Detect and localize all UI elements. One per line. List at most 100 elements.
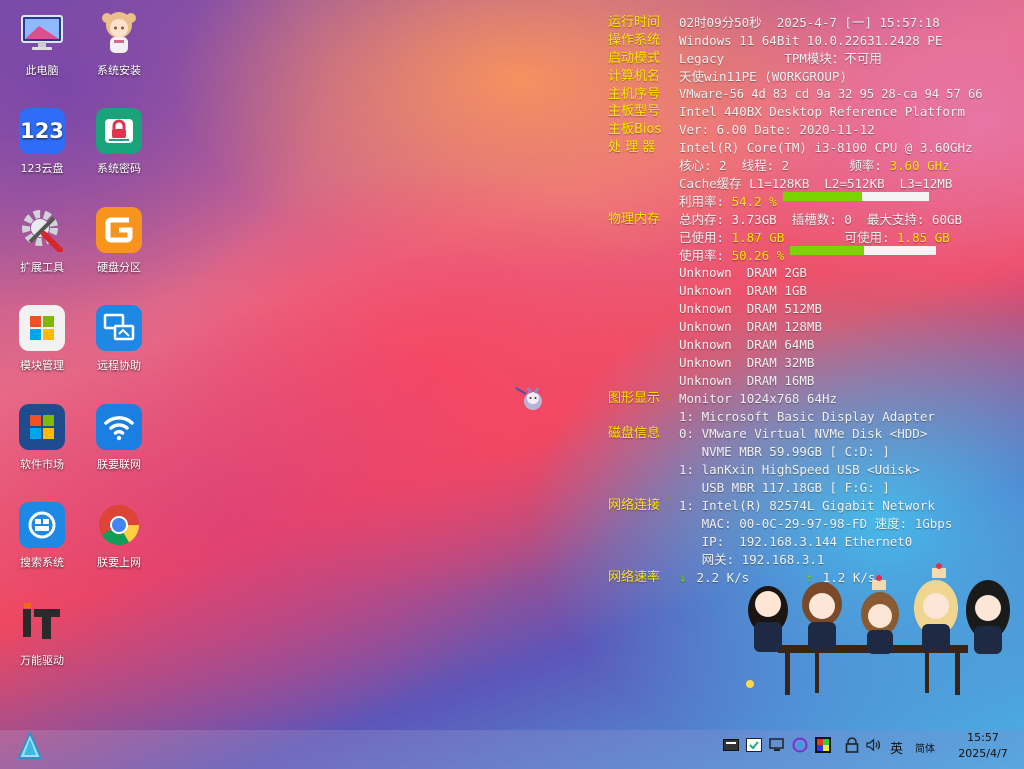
disk-1-detail: USB MBR 117.18GB [ F:G: ] xyxy=(679,480,890,496)
tray-app-icon[interactable] xyxy=(723,737,739,753)
network-label: 网络连接 xyxy=(608,498,661,514)
memory-available-value: 1.85 GB xyxy=(897,229,950,245)
board-label: 主板型号 xyxy=(608,104,661,120)
runtime-label: 运行时间 xyxy=(608,15,661,30)
serial-label: 主机序号 xyxy=(608,86,661,102)
ime-language[interactable]: 英 xyxy=(890,738,903,757)
anime-girl-icon xyxy=(96,10,142,56)
bios-value: Ver: 6.00 Date: 2020-11-12 xyxy=(679,122,875,138)
system-info-panel: 运行时间 02时09分50秒 2025-4-7 [一] 15:57:18 操作系统… xyxy=(608,14,1018,587)
boot-label: 启动模式 xyxy=(608,50,661,66)
os-label: 操作系统 xyxy=(608,32,661,48)
disk-1: 1: lanKxin HighSpeed USB <Udisk> xyxy=(679,462,920,478)
desktop-icon-label: 远程协助 xyxy=(97,359,141,372)
pc-name-value: 天使win11PE (WORKGROUP) xyxy=(679,68,847,84)
tray-network-icon[interactable] xyxy=(792,737,808,753)
desktop-icon-software-market[interactable]: 软件市场 xyxy=(6,404,78,472)
cpu-usage-value: 54.2 % xyxy=(731,193,777,209)
clock-time: 15:57 xyxy=(967,731,999,744)
ime-mode[interactable]: 简体 xyxy=(915,740,935,755)
chrome-icon xyxy=(96,502,142,548)
memory-usage-bar xyxy=(790,245,937,255)
desktop-icon-extension-tools[interactable]: 扩展工具 xyxy=(6,207,78,275)
store-icon xyxy=(19,404,65,450)
disk-0-detail: NVME MBR 59.99GB [ C:D: ] xyxy=(679,444,890,460)
taskbar-clock[interactable]: 15:57 2025/4/7 xyxy=(948,730,1018,762)
cpu-cores: 核心: 2 线程: 2 频率: xyxy=(679,158,890,174)
tools-gear-icon xyxy=(19,207,65,253)
dram-module: Unknown DRAM 512MB xyxy=(679,301,822,317)
lock-icon xyxy=(96,108,142,154)
desktop-icon-network-connect[interactable]: 朕要联网 xyxy=(83,404,155,472)
network-mac: MAC: 00-0C-29-97-98-FD 速度: 1Gbps xyxy=(679,515,953,531)
monitor-icon xyxy=(19,10,65,56)
cpu-value: Intel(R) Core(TM) i3-8100 CPU @ 3.60GHz xyxy=(679,140,973,156)
desktop-icon-browse-web[interactable]: 朕要上网 xyxy=(83,502,155,570)
search-system-icon xyxy=(19,502,65,548)
desktop-icon-label: 系统密码 xyxy=(97,162,141,175)
dram-module: Unknown DRAM 16MB xyxy=(679,372,815,388)
cpu-usage-bar-fill xyxy=(782,191,862,201)
wifi-icon xyxy=(96,404,142,450)
memory-used-label: 已使用: xyxy=(679,229,732,245)
cpu-usage-bar xyxy=(782,191,929,201)
dram-module: Unknown DRAM 2GB xyxy=(679,265,807,281)
cpu-label: 处 理 器 xyxy=(608,140,656,156)
tray-color-icon[interactable] xyxy=(815,737,831,753)
tray-window-icon[interactable] xyxy=(746,737,762,753)
memory-usage-label: 使用率: xyxy=(679,247,732,263)
desktop-icon-search-system[interactable]: 搜索系统 xyxy=(6,502,78,570)
serial-value: VMware-56 4d 83 cd 9a 32 95 28-ca 94 57 … xyxy=(679,86,983,101)
desktop-icon-label: 朕要联网 xyxy=(97,458,141,471)
desktop-icon-system-install[interactable]: 系统安装 xyxy=(83,10,155,78)
network-ip: IP: 192.168.3.144 Ethernet0 xyxy=(679,533,913,549)
memory-available-label: 可使用: xyxy=(784,229,898,245)
desktop-icon-module-manager[interactable]: 模块管理 xyxy=(6,305,78,373)
module-icon xyxy=(19,305,65,351)
graphics-adapter: 1: Microsoft Basic Display Adapter xyxy=(679,408,935,424)
memory-total: 总内存: 3.73GB 插槽数: 0 最大支持: 60GB xyxy=(679,211,963,227)
desktop-icon-label: 万能驱动 xyxy=(20,654,64,667)
memory-usage-bar-fill xyxy=(790,245,864,255)
start-button[interactable] xyxy=(14,730,46,761)
download-arrow-icon: ↓ xyxy=(679,569,687,585)
desktop-icon-universal-driver[interactable]: 万能驱动 xyxy=(6,600,78,668)
volume-icon[interactable] xyxy=(866,737,882,753)
remote-icon xyxy=(96,305,142,351)
desktop-icon-label: 搜索系统 xyxy=(20,556,64,569)
boot-value: Legacy TPM模块：不可用 xyxy=(679,50,882,66)
cpu-usage-label: 利用率: xyxy=(679,193,732,209)
mascot-sticker xyxy=(514,382,548,416)
it-driver-icon xyxy=(19,600,65,646)
network-adapter: 1: Intel(R) 82574L Gigabit Network xyxy=(679,498,935,514)
disk-0: 0: VMware Virtual NVMe Disk <HDD> xyxy=(679,426,928,442)
partition-icon xyxy=(96,207,142,253)
tray-lock-icon[interactable] xyxy=(844,737,860,753)
desktop-icon-label: 模块管理 xyxy=(20,359,64,372)
bios-label: 主板Bios xyxy=(608,122,662,138)
desktop-icon-123-cloud[interactable]: 123 123云盘 xyxy=(6,108,78,176)
memory-used-value: 1.87 GB xyxy=(731,229,785,245)
desktop-icon-label: 软件市场 xyxy=(20,458,64,471)
desktop-icon-remote-assist[interactable]: 远程协助 xyxy=(83,305,155,373)
desktop-icon-label: 扩展工具 xyxy=(20,261,64,274)
cpu-frequency: 3.60 GHz xyxy=(889,158,950,174)
desktop-icon-label: 系统安装 xyxy=(97,64,141,77)
disk-label: 磁盘信息 xyxy=(608,426,661,442)
desktop-icon-disk-partition[interactable]: 硬盘分区 xyxy=(83,207,155,275)
cpu-cache: Cache缓存 L1=128KB L2=512KB L3=12MB xyxy=(679,176,953,192)
start-logo-icon xyxy=(17,730,43,759)
graphics-monitor: Monitor 1024x768 64Hz xyxy=(679,390,838,406)
desktop-icon-system-password[interactable]: 系统密码 xyxy=(83,108,155,176)
tray-monitor-icon[interactable] xyxy=(769,737,785,753)
dram-module: Unknown DRAM 64MB xyxy=(679,337,815,353)
dram-module: Unknown DRAM 32MB xyxy=(679,354,815,370)
memory-label: 物理内存 xyxy=(608,211,661,227)
anime-characters-decoration xyxy=(740,560,1015,700)
desktop-icon-this-pc[interactable]: 此电脑 xyxy=(6,10,78,78)
desktop-icon-label: 此电脑 xyxy=(25,64,59,77)
123-cloud-icon: 123 xyxy=(19,108,65,154)
desktop-icon-label: 朕要上网 xyxy=(97,556,141,569)
graphics-label: 图形显示 xyxy=(608,390,661,406)
pc-name-label: 计算机名 xyxy=(608,68,661,84)
